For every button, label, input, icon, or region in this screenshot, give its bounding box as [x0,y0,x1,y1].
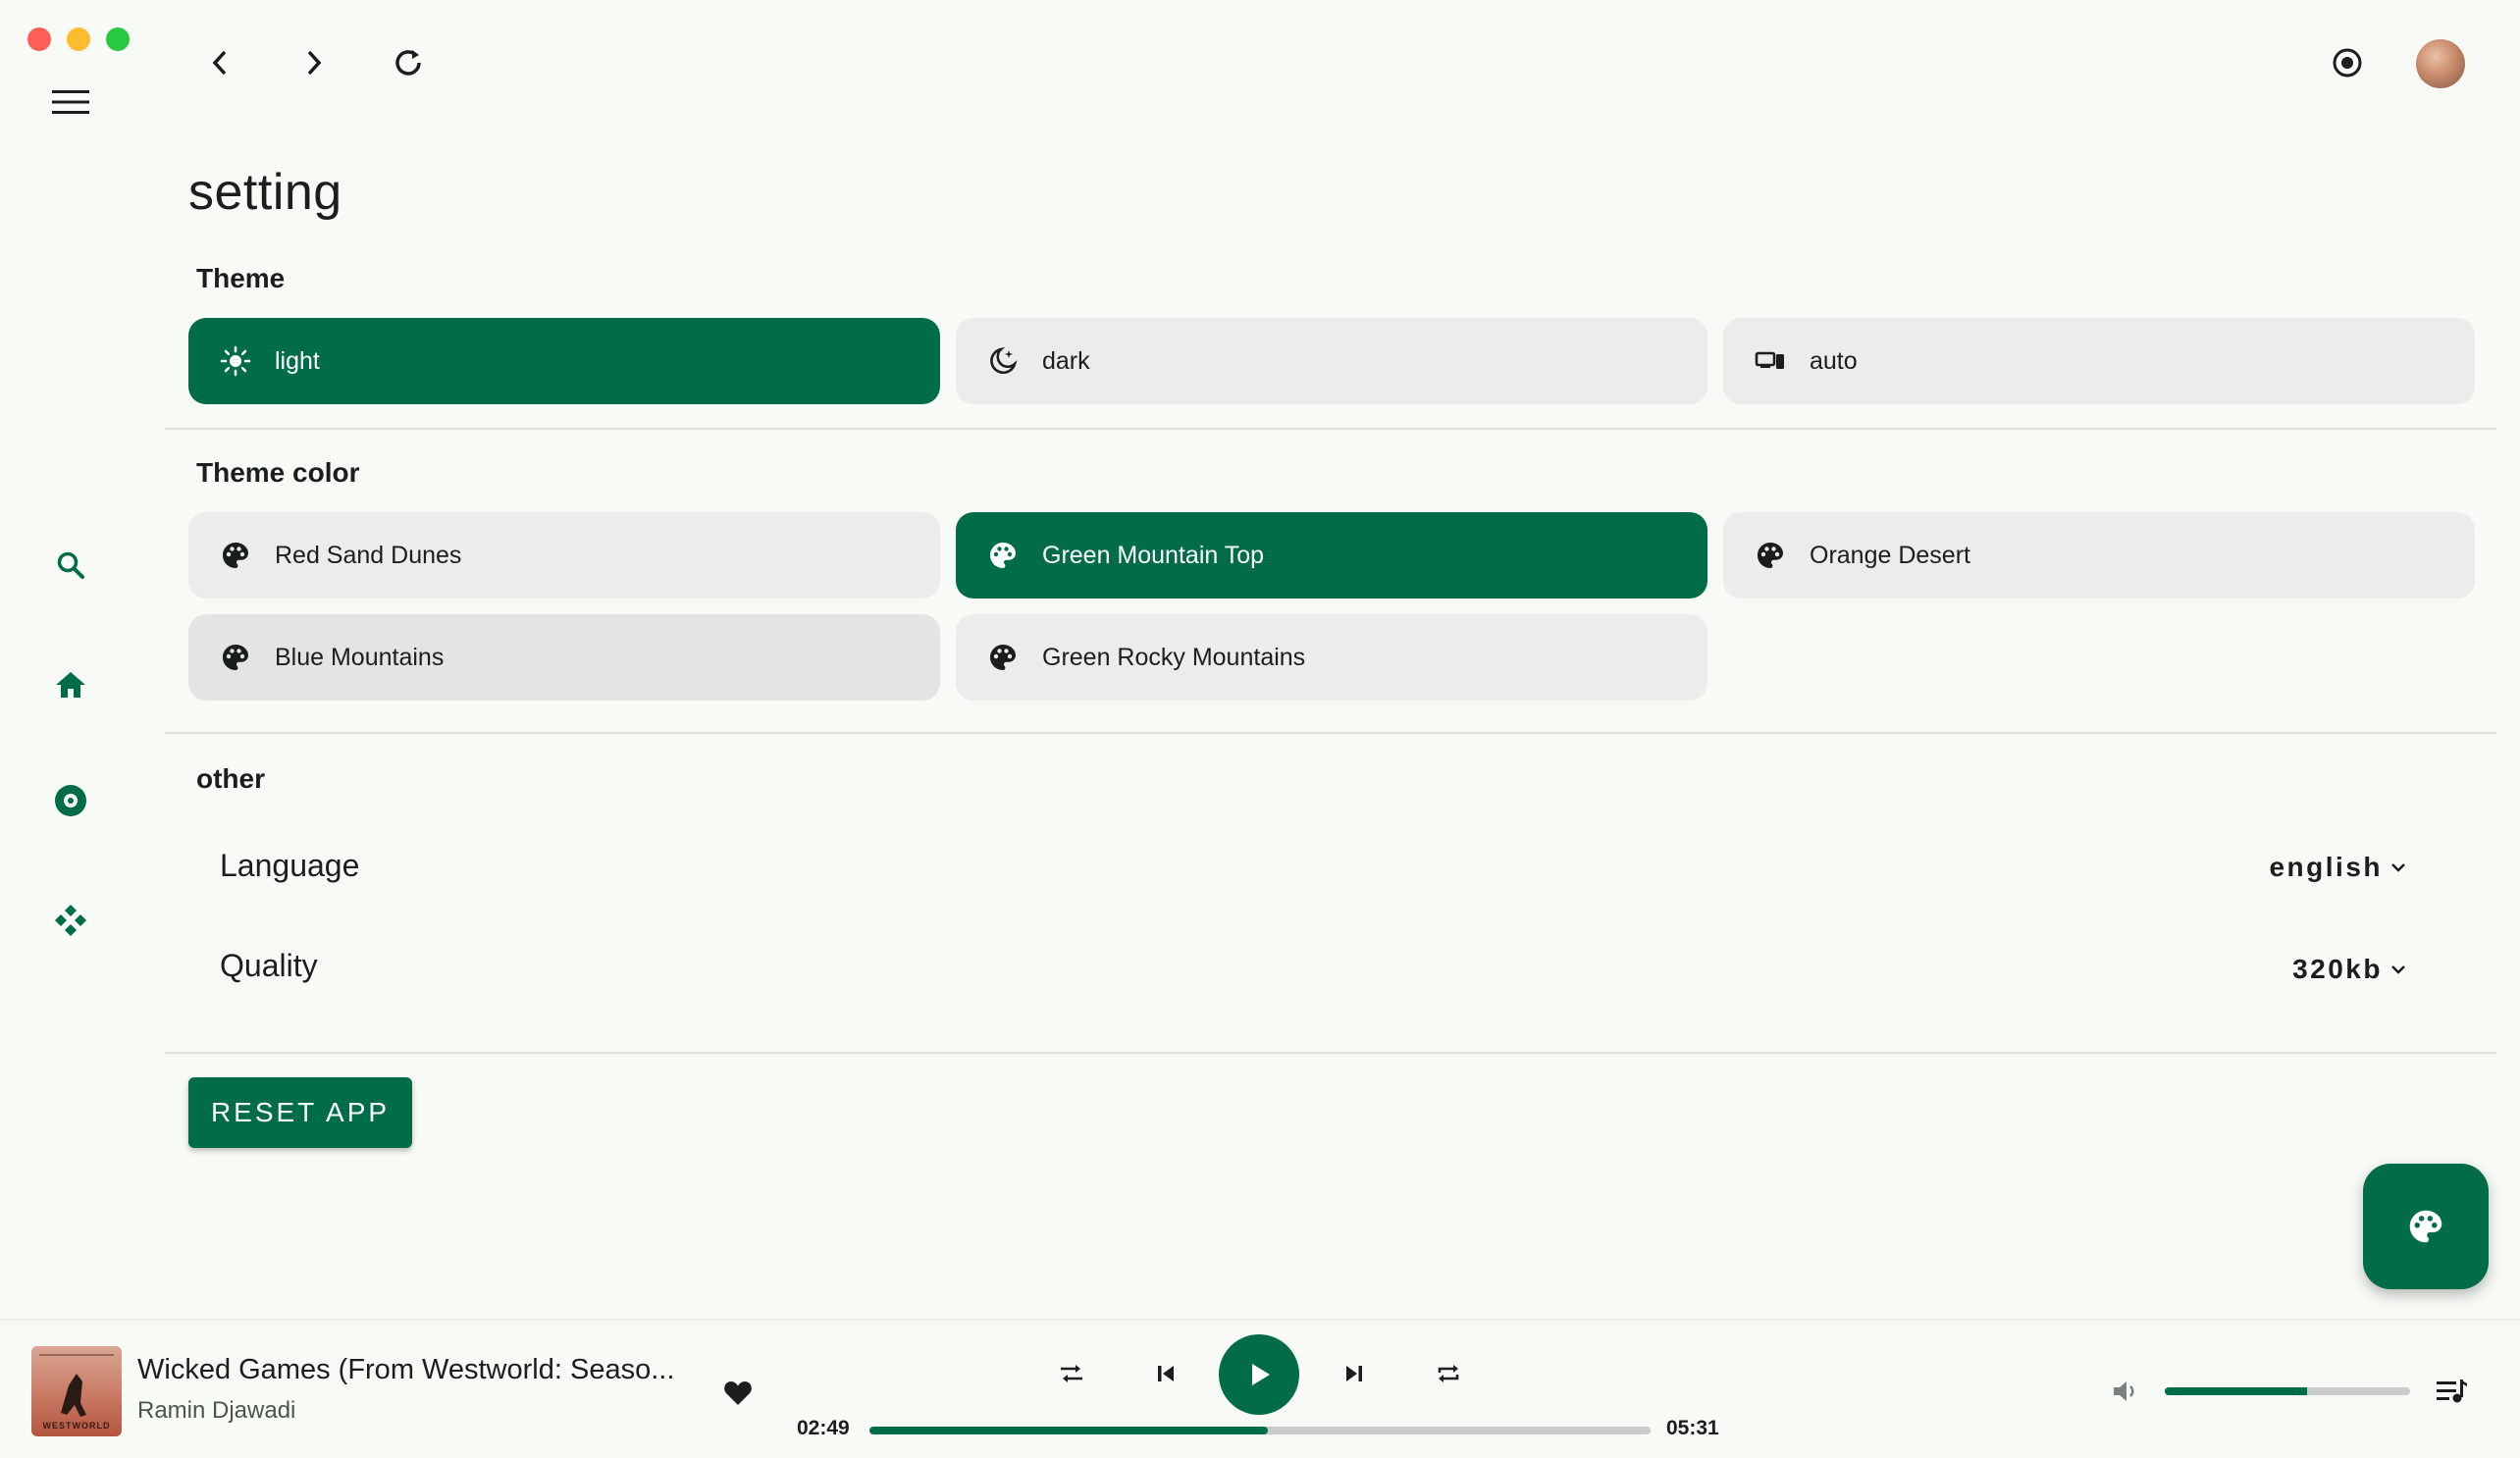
chevron-left-icon[interactable] [200,43,239,82]
avatar[interactable] [2416,39,2465,88]
palette-icon [1755,540,1786,571]
theme-option-label: dark [1042,346,1090,375]
theme-color-option-label: Orange Desert [1810,541,1970,569]
moon-icon [987,345,1019,377]
quality-label: Quality [220,948,318,983]
divider [165,732,2496,734]
chevron-down-icon [2391,965,2405,974]
divider [165,1052,2496,1054]
disc-icon [55,785,86,816]
theme-option-label: light [275,346,320,375]
window-minimize-button[interactable] [67,27,90,51]
reset-app-button[interactable]: RESET APP [188,1077,412,1148]
chevron-right-icon[interactable] [294,43,334,82]
track-title[interactable]: Wicked Games (From Westworld: Seaso... [137,1354,674,1386]
progress-fill [869,1427,1268,1434]
play-button[interactable] [1219,1334,1299,1415]
track-artist[interactable]: Ramin Djawadi [137,1397,295,1425]
volume-icon[interactable] [2108,1374,2143,1409]
theme-color-option-green-mountain-top[interactable]: Green Mountain Top [956,512,1707,599]
theme-option-light[interactable]: light [188,318,940,404]
lens-icon[interactable] [2328,43,2367,82]
volume-slider[interactable] [2165,1387,2410,1395]
divider [165,428,2496,430]
theme-color-heading: Theme color [196,457,360,488]
theme-option-label: auto [1810,346,1858,375]
volume-fill [2165,1387,2307,1395]
player-bar: WESTWORLD Wicked Games (From Westworld: … [0,1319,2520,1458]
progress-slider[interactable] [869,1427,1651,1434]
theme-color-option-label: Green Rocky Mountains [1042,643,1306,671]
shuffle-icon[interactable] [1054,1356,1089,1391]
theme-color-option-label: Green Mountain Top [1042,541,1265,569]
album-cover[interactable]: WESTWORLD [31,1346,122,1436]
palette-icon [987,540,1019,571]
home-icon [56,672,85,698]
palette-icon [2409,1210,2442,1243]
total-time: 05:31 [1666,1417,1719,1439]
theme-option-dark[interactable]: dark [956,318,1707,404]
theme-option-auto[interactable]: auto [1723,318,2475,404]
diamond-grid-icon [55,905,86,936]
theme-color-option-orange-desert[interactable]: Orange Desert [1723,512,2475,599]
sidebar-item-explore[interactable] [43,893,98,948]
theme-color-option-label: Red Sand Dunes [275,541,462,569]
palette-icon [220,540,251,571]
theme-color-option-label: Blue Mountains [275,643,445,671]
theme-color-option-green-rocky-mountains[interactable]: Green Rocky Mountains [956,614,1707,701]
theme-color-option-blue-mountains[interactable]: Blue Mountains [188,614,940,701]
language-value: english [2269,852,2383,882]
chevron-down-icon [2391,863,2405,872]
window-maximize-button[interactable] [106,27,130,51]
album-cover-text: WESTWORLD [42,1421,111,1431]
heart-icon[interactable] [720,1376,756,1411]
next-track-icon[interactable] [1337,1356,1372,1391]
theme-heading: Theme [196,263,286,293]
search-icon [57,551,84,579]
theme-fab-button[interactable] [2363,1164,2489,1289]
sun-icon [220,345,251,377]
palette-icon [220,642,251,673]
language-select[interactable]: english [2269,852,2406,883]
language-label: Language [220,848,360,883]
quality-value: 320kb [2292,954,2383,984]
quality-select[interactable]: 320kb [2292,954,2406,985]
reload-icon[interactable] [387,41,430,84]
repeat-icon[interactable] [1431,1356,1466,1391]
sidebar-item-home[interactable] [43,657,98,712]
other-heading: other [196,763,265,794]
window-close-button[interactable] [27,27,51,51]
hamburger-menu-icon[interactable] [47,82,94,122]
sidebar-item-library[interactable] [43,773,98,828]
palette-icon [987,642,1019,673]
sidebar-item-search[interactable] [43,538,98,593]
devices-icon [1755,345,1786,377]
previous-track-icon[interactable] [1148,1356,1183,1391]
queue-icon[interactable] [2432,1374,2471,1409]
page-title: setting [188,164,342,221]
window-controls [27,27,130,51]
current-time: 02:49 [797,1417,850,1439]
theme-color-option-red-sand-dunes[interactable]: Red Sand Dunes [188,512,940,599]
play-icon [1252,1364,1270,1385]
